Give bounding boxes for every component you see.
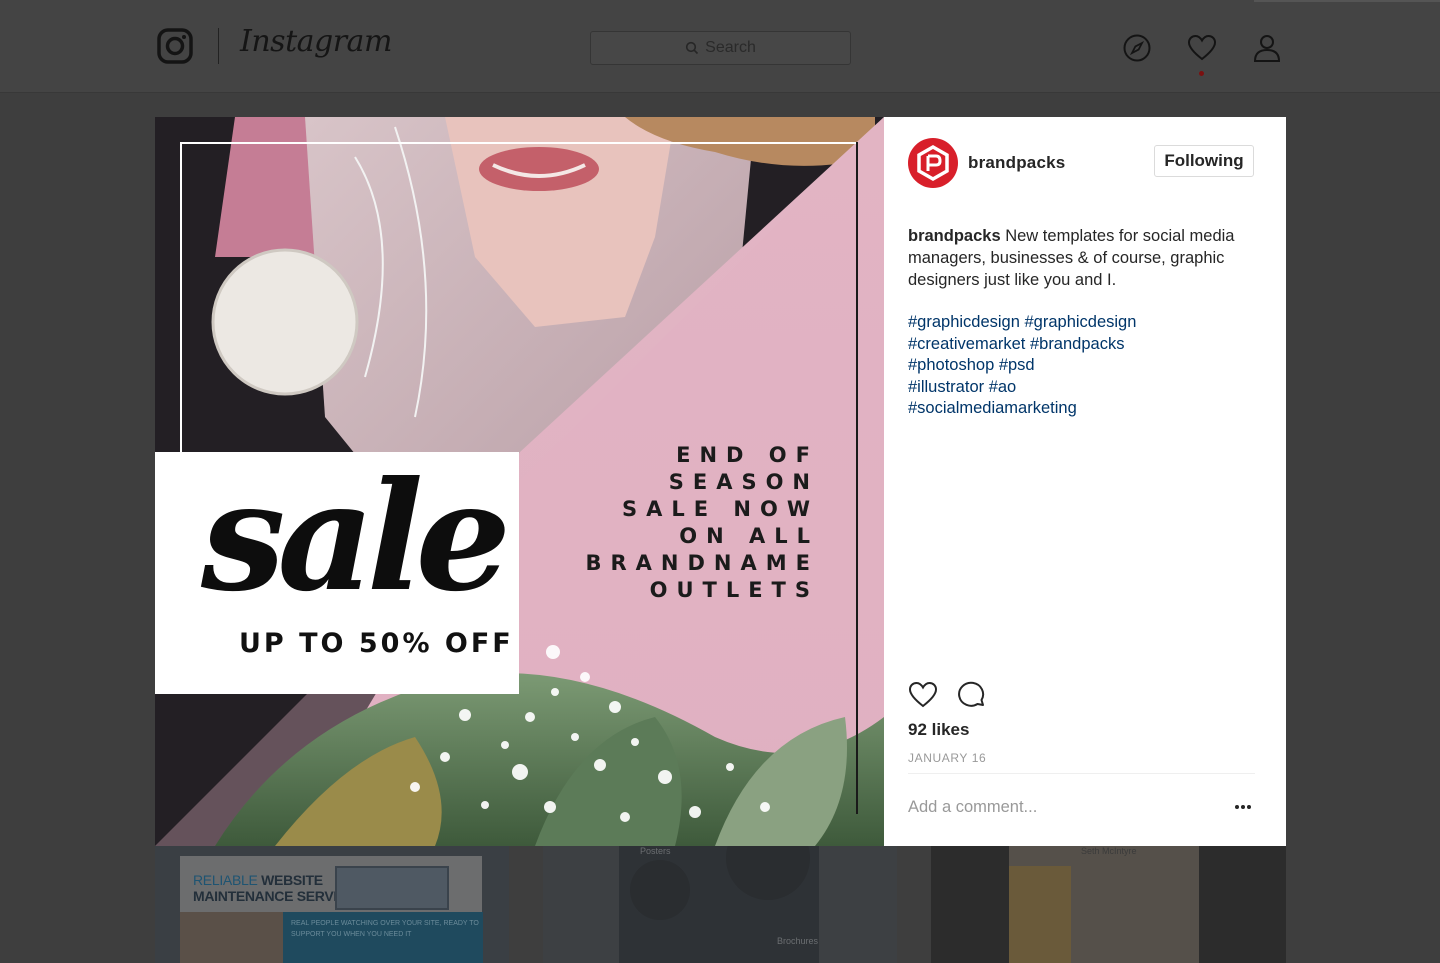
heart-icon[interactable] [1187,33,1217,63]
promo-line: ON ALL [679,524,819,548]
laptop-graphic [335,866,449,910]
instagram-wordmark[interactable]: Instagram [240,24,392,59]
notification-dot [1199,71,1204,76]
post-side-panel: brandpacks Following brandpacks New temp… [884,117,1286,846]
tile-panel-text: REAL PEOPLE WATCHING OVER YOUR SITE, REA… [291,920,479,938]
hashtag-link[interactable]: #creativemarket #brandpacks [908,334,1268,356]
tile-title-accent: RELIABLE [193,872,258,888]
search-icon [686,41,699,55]
grid-post-1[interactable]: RELIABLE WEBSITE MAINTENANCE SERVICES RE… [155,846,509,963]
sale-box: sale UP TO 50% OFF [155,452,519,694]
frame-top-line [180,142,857,144]
hashtag-list: #graphicdesign #graphicdesign #creativem… [908,312,1268,420]
promo-text: END OF SEASON SALE NOW ON ALL BRANDNAME … [585,442,810,604]
tile-panel: REAL PEOPLE WATCHING OVER YOUR SITE, REA… [283,912,483,963]
like-count[interactable]: 92 likes [908,720,969,740]
tile-label-bottom: Brochures [777,936,819,946]
grid-post-2[interactable]: Posters Brochures [543,846,897,963]
header-divider [218,28,219,64]
comment-input[interactable] [908,795,1208,819]
caption-username[interactable]: brandpacks [908,227,1001,245]
frame-left-line [180,142,182,452]
like-heart-icon[interactable] [908,680,938,710]
search-placeholder: Search [705,39,756,56]
post-date: JANUARY 16 [908,751,987,765]
tile-document-column [1009,866,1071,963]
tile-label-top: Posters [640,846,671,856]
frame-right-line [856,142,858,814]
post-caption: brandpacks New templates for social medi… [908,225,1268,291]
top-navigation: Instagram Search [0,0,1440,93]
sale-script-word: sale [201,449,511,625]
promo-line: SALE NOW [621,497,819,521]
post-image[interactable]: sale UP TO 50% OFF END OF SEASON SALE NO… [155,117,884,846]
grid-post-3[interactable]: Seth McIntyre [931,846,1286,963]
promo-line: BRANDNAME [585,551,819,575]
hashtag-link[interactable]: #photoshop #psd [908,355,1268,377]
clipboard-icon [630,860,690,920]
tile-name: Seth McIntyre [1081,846,1137,856]
following-button[interactable]: Following [1154,145,1254,177]
brandpacks-avatar[interactable] [908,138,958,188]
search-box[interactable]: Search [590,31,851,65]
hashtag-link[interactable]: #graphicdesign #graphicdesign [908,312,1268,334]
tile-title-rest: WEBSITE [261,872,323,888]
promo-line: SEASON [668,470,819,494]
comment-bubble-icon[interactable] [957,680,987,710]
more-options-icon[interactable] [1233,797,1253,817]
person-icon[interactable] [1252,33,1282,63]
sale-subline: UP TO 50% OFF [239,628,514,659]
promo-line: END OF [676,443,819,467]
tile-photo [180,912,283,963]
scroll-indicator [1254,0,1440,2]
hashtag-link[interactable]: #illustrator #ao [908,377,1268,399]
instagram-glyph-icon[interactable] [157,28,193,64]
promo-line: OUTLETS [649,578,819,602]
comment-divider [908,773,1255,774]
post-modal: sale UP TO 50% OFF END OF SEASON SALE NO… [155,117,1286,846]
post-author[interactable]: brandpacks [968,153,1065,173]
hashtag-link[interactable]: #socialmediamarketing [908,398,1268,420]
compass-icon[interactable] [1122,33,1152,63]
